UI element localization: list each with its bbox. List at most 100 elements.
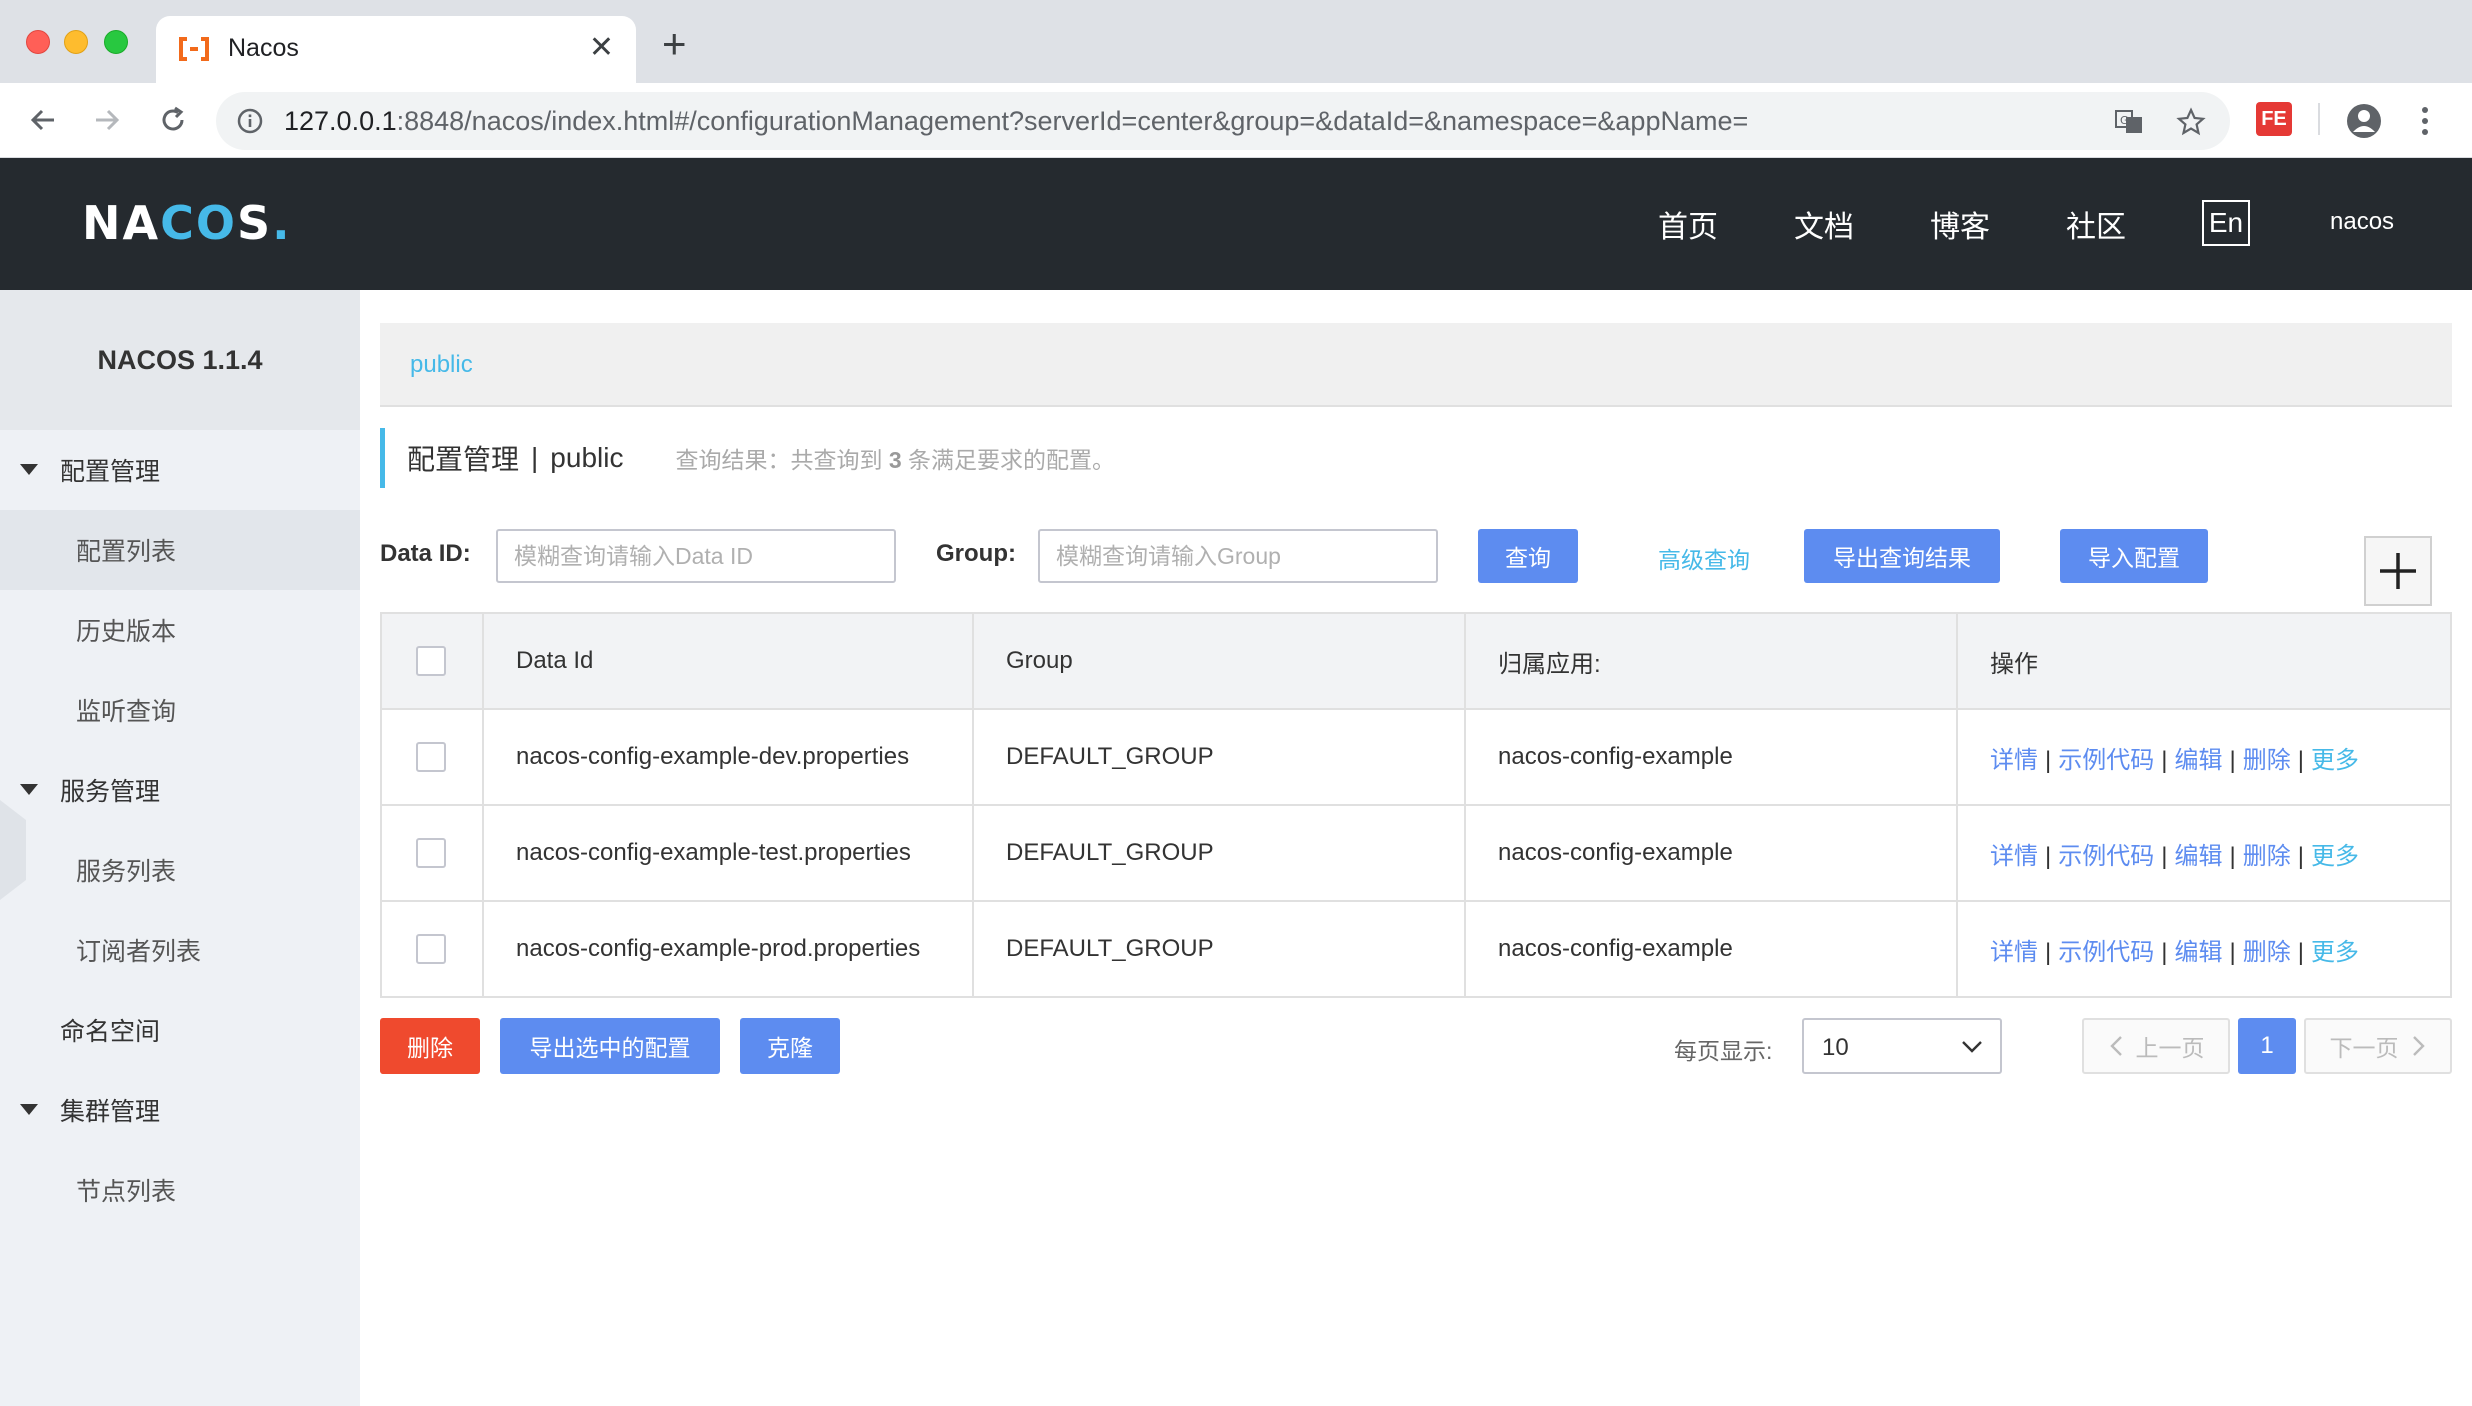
table-row: nacos-config-example-dev.properties DEFA… (380, 708, 2452, 806)
nav-blog[interactable]: 博客 (1930, 202, 1990, 246)
browser-toolbar: 127.0.0.1:8848/nacos/index.html#/configu… (0, 83, 2472, 158)
forward-arrow-icon[interactable] (86, 99, 128, 141)
sidebar-item-subscriber-list[interactable]: 订阅者列表 (0, 910, 360, 990)
namespace-link-public[interactable]: public (410, 351, 473, 379)
title-namespace: public (550, 442, 624, 473)
cell-ops: 详情 | 示例代码 | 编辑 | 删除 | 更多 (1956, 804, 2452, 902)
table-row: nacos-config-example-prod.properties DEF… (380, 900, 2452, 998)
tab-close-icon[interactable]: ✕ (589, 30, 614, 66)
address-bar[interactable]: 127.0.0.1:8848/nacos/index.html#/configu… (216, 92, 2230, 150)
sidebar-group-cluster[interactable]: 集群管理 (0, 1070, 360, 1150)
op-delete-link[interactable]: 删除 (2243, 843, 2291, 870)
op-edit-link[interactable]: 编辑 (2174, 939, 2222, 966)
svg-text:G: G (2120, 114, 2129, 127)
row-checkbox[interactable] (416, 838, 446, 868)
user-name[interactable]: nacos (2330, 208, 2394, 236)
caret-down-icon (20, 784, 38, 795)
cell-app: nacos-config-example (1464, 804, 1958, 902)
op-edit-link[interactable]: 编辑 (2174, 747, 2222, 774)
window-minimize-button[interactable] (64, 30, 88, 54)
site-info-icon[interactable] (236, 107, 264, 135)
group-search-input[interactable] (1038, 529, 1438, 583)
sidebar-group-service[interactable]: 服务管理 (0, 750, 360, 830)
op-detail-link[interactable]: 详情 (1990, 747, 2038, 774)
cell-dataid: nacos-config-example-dev.properties (482, 708, 974, 806)
plus-icon (2380, 553, 2416, 589)
select-all-checkbox[interactable] (416, 646, 446, 676)
select-all-cell (380, 612, 484, 710)
new-tab-plus-icon[interactable]: + (662, 23, 687, 65)
sidebar-item-listener-query[interactable]: 监听查询 (0, 670, 360, 750)
nav-docs[interactable]: 文档 (1794, 202, 1854, 246)
nacos-favicon-icon (179, 37, 209, 61)
window-close-button[interactable] (26, 30, 50, 54)
row-checkbox[interactable] (416, 934, 446, 964)
op-more-link[interactable]: 更多 (2311, 939, 2359, 966)
op-sample-code-link[interactable]: 示例代码 (2058, 843, 2154, 870)
delete-selected-button[interactable]: 删除 (380, 1018, 480, 1074)
config-table: Data Id Group 归属应用: 操作 nacos-config-exam… (380, 612, 2452, 998)
tab-title: Nacos (228, 34, 299, 62)
col-header-group[interactable]: Group (972, 612, 1466, 710)
cell-group: DEFAULT_GROUP (972, 900, 1466, 998)
sidebar-item-service-list[interactable]: 服务列表 (0, 830, 360, 910)
dataid-label: Data ID: (380, 540, 471, 567)
window-zoom-button[interactable] (104, 30, 128, 54)
reload-icon[interactable] (152, 99, 194, 141)
back-arrow-icon[interactable] (22, 99, 64, 141)
col-header-app[interactable]: 归属应用: (1464, 612, 1958, 710)
row-checkbox-cell (380, 708, 484, 806)
toolbar-separator (2318, 103, 2320, 135)
cell-dataid: nacos-config-example-test.properties (482, 804, 974, 902)
sidebar-item-node-list[interactable]: 节点列表 (0, 1150, 360, 1230)
dataid-search-input[interactable] (496, 529, 896, 583)
query-button[interactable]: 查询 (1478, 529, 1578, 583)
sidebar-group-config[interactable]: 配置管理 (0, 430, 360, 510)
language-toggle-button[interactable]: En (2202, 200, 2250, 246)
address-url[interactable]: 127.0.0.1:8848/nacos/index.html#/configu… (284, 106, 1748, 137)
fe-extension-icon[interactable]: FE (2256, 102, 2292, 136)
next-page-button[interactable]: 下一页 (2304, 1018, 2452, 1074)
op-more-link[interactable]: 更多 (2311, 843, 2359, 870)
sidebar-item-config-list[interactable]: 配置列表 (0, 510, 360, 590)
op-more-link[interactable]: 更多 (2311, 747, 2359, 774)
page-size-select[interactable]: 10 (1802, 1018, 2002, 1074)
op-detail-link[interactable]: 详情 (1990, 843, 2038, 870)
export-query-result-button[interactable]: 导出查询结果 (1804, 529, 2000, 583)
prev-page-button[interactable]: 上一页 (2082, 1018, 2230, 1074)
op-edit-link[interactable]: 编辑 (2174, 843, 2222, 870)
translate-icon[interactable]: G (2112, 105, 2146, 139)
op-detail-link[interactable]: 详情 (1990, 939, 2038, 966)
import-config-button[interactable]: 导入配置 (2060, 529, 2208, 583)
browser-tab-nacos[interactable]: Nacos ✕ (156, 16, 636, 83)
add-config-button[interactable] (2364, 536, 2432, 606)
cell-group: DEFAULT_GROUP (972, 804, 1466, 902)
current-page-button[interactable]: 1 (2238, 1018, 2296, 1074)
sidebar: NACOS 1.1.4 配置管理 配置列表 历史版本 监听查询 服务管理 服务列… (0, 290, 360, 1406)
page-size-label: 每页显示: (1674, 1038, 1773, 1064)
op-delete-link[interactable]: 删除 (2243, 747, 2291, 774)
title-separator: | (531, 442, 539, 473)
clone-button[interactable]: 克隆 (740, 1018, 840, 1074)
profile-avatar-icon[interactable] (2344, 101, 2384, 141)
bookmark-star-icon[interactable] (2174, 105, 2208, 139)
nav-home[interactable]: 首页 (1658, 202, 1718, 246)
nacos-logo[interactable]: NACOS. (82, 196, 292, 250)
chevron-down-icon (1962, 1041, 1982, 1053)
sidebar-title: NACOS 1.1.4 (0, 290, 360, 430)
cell-ops: 详情 | 示例代码 | 编辑 | 删除 | 更多 (1956, 708, 2452, 806)
row-checkbox-cell (380, 804, 484, 902)
advanced-query-link[interactable]: 高级查询 (1658, 541, 1750, 575)
sidebar-item-namespace[interactable]: 命名空间 (0, 990, 360, 1070)
op-sample-code-link[interactable]: 示例代码 (2058, 939, 2154, 966)
export-selected-button[interactable]: 导出选中的配置 (500, 1018, 720, 1074)
nav-community[interactable]: 社区 (2066, 202, 2126, 246)
browser-menu-icon[interactable] (2410, 101, 2440, 141)
op-delete-link[interactable]: 删除 (2243, 939, 2291, 966)
col-header-dataid[interactable]: Data Id (482, 612, 974, 710)
chevron-left-icon (2109, 1036, 2122, 1056)
cell-app: nacos-config-example (1464, 708, 1958, 806)
row-checkbox[interactable] (416, 742, 446, 772)
sidebar-item-history[interactable]: 历史版本 (0, 590, 360, 670)
op-sample-code-link[interactable]: 示例代码 (2058, 747, 2154, 774)
